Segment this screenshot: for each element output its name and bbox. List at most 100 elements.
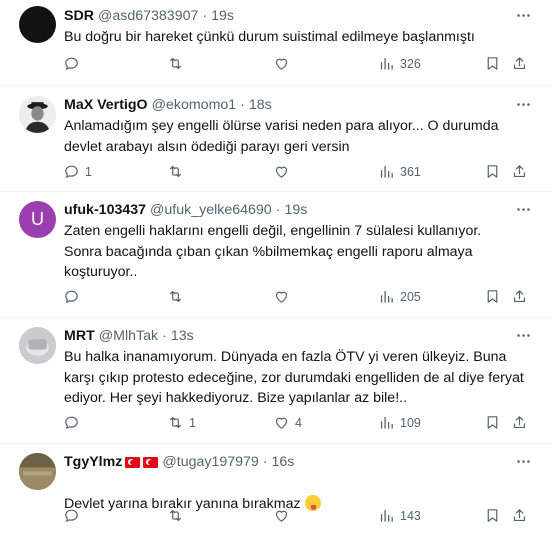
timestamp[interactable]: 19s <box>284 202 307 218</box>
views-button[interactable]: 361 <box>378 163 421 180</box>
tweet-content: SDR @asd67383907 · 19s Bu doğru bir hare… <box>64 6 532 48</box>
tweet-header: TgyYlmz @tugay197979 · 16s <box>64 452 532 472</box>
timestamp[interactable]: 16s <box>272 454 295 470</box>
reply-count: 1 <box>85 164 92 179</box>
more-options-icon[interactable] <box>514 326 532 344</box>
timestamp[interactable]: 18s <box>249 97 272 113</box>
tweet-actions: 143 <box>0 507 552 527</box>
heart-icon <box>275 510 288 522</box>
tweet-content: MaX VertigO @ekomomo1 · 18s Anlamadığım … <box>64 95 532 157</box>
tweet-header: MRT @MlhTak · 13s <box>64 326 532 346</box>
views-button[interactable]: 205 <box>378 288 421 305</box>
views-button[interactable]: 143 <box>378 507 421 524</box>
views-button[interactable]: 326 <box>378 55 421 72</box>
turkey-flag-icon <box>125 456 141 468</box>
timestamp[interactable]: 19s <box>211 8 234 24</box>
tweet[interactable]: MRT @MlhTak · 13s Bu halka inanamıyorum.… <box>0 318 552 444</box>
bookmark-button[interactable] <box>484 55 501 72</box>
timestamp[interactable]: 13s <box>171 328 194 344</box>
reply-icon <box>65 57 78 70</box>
author-name[interactable]: MaX VertigO <box>64 97 148 113</box>
share-button[interactable] <box>511 414 528 431</box>
reply-button[interactable]: 1 <box>63 163 92 180</box>
tweet[interactable]: MaX VertigO @ekomomo1 · 18s Anlamadığım … <box>0 86 552 192</box>
more-options-icon[interactable] <box>514 200 532 218</box>
analytics-icon <box>380 165 393 178</box>
tweet-text: Bu doğru bir hareket çünkü durum suistim… <box>64 29 475 45</box>
share-button[interactable] <box>511 55 528 72</box>
avatar[interactable] <box>19 96 56 133</box>
share-button[interactable] <box>511 288 528 305</box>
author-handle[interactable]: @ufuk_yelke64690 <box>150 202 272 218</box>
avatar[interactable] <box>19 6 56 43</box>
repost-icon <box>169 290 182 303</box>
repost-icon <box>169 57 182 70</box>
reply-button[interactable] <box>63 55 85 72</box>
repost-button[interactable] <box>167 163 189 180</box>
view-count: 205 <box>400 289 421 304</box>
avatar[interactable]: U <box>19 201 56 238</box>
bookmark-button[interactable] <box>484 414 501 431</box>
heart-icon <box>275 417 288 429</box>
heart-icon <box>275 291 288 303</box>
repost-button[interactable] <box>167 288 189 305</box>
bookmark-icon <box>487 509 498 522</box>
separator-dot: · <box>275 202 281 218</box>
reply-icon <box>65 165 78 178</box>
reply-button[interactable] <box>63 507 85 524</box>
views-button[interactable]: 109 <box>378 414 421 431</box>
repost-icon <box>169 509 182 522</box>
reply-button[interactable] <box>63 288 85 305</box>
like-button[interactable] <box>273 507 295 524</box>
author-name[interactable]: SDR <box>64 8 94 24</box>
avatar[interactable] <box>19 327 56 364</box>
tweet-content: MRT @MlhTak · 13s Bu halka inanamıyorum.… <box>64 326 532 409</box>
bookmark-icon <box>487 416 498 429</box>
tweet-header: ufuk-103437 @ufuk_yelke64690 · 19s <box>64 200 532 220</box>
view-count: 361 <box>400 164 421 179</box>
reply-button[interactable] <box>63 414 85 431</box>
separator-dot: · <box>262 454 268 470</box>
reply-icon <box>65 416 78 429</box>
tweet-actions: 205 <box>0 288 552 308</box>
repost-button[interactable]: 1 <box>167 414 196 431</box>
view-count: 109 <box>400 415 421 430</box>
author-name[interactable]: MRT <box>64 328 95 344</box>
bookmark-button[interactable] <box>484 507 501 524</box>
more-options-icon[interactable] <box>514 95 532 113</box>
more-options-icon[interactable] <box>514 452 532 470</box>
like-button[interactable] <box>273 288 295 305</box>
repost-button[interactable] <box>167 507 189 524</box>
tweet-actions: 1 361 <box>0 163 552 183</box>
share-button[interactable] <box>511 163 528 180</box>
like-button[interactable] <box>273 55 295 72</box>
tweet-content: TgyYlmz @tugay197979 · 16s Devlet yarına… <box>64 452 532 514</box>
like-button[interactable] <box>273 163 295 180</box>
tweet[interactable]: U ufuk-103437 @ufuk_yelke64690 · 19s Zat… <box>0 192 552 318</box>
author-handle[interactable]: @ekomomo1 <box>152 97 237 113</box>
author-handle[interactable]: @MlhTak <box>99 328 158 344</box>
like-button[interactable]: 4 <box>273 414 302 431</box>
author-name[interactable]: ufuk-103437 <box>64 202 146 218</box>
bookmark-button[interactable] <box>484 288 501 305</box>
tweet[interactable]: SDR @asd67383907 · 19s Bu doğru bir hare… <box>0 0 552 86</box>
analytics-icon <box>380 509 393 522</box>
bookmark-icon <box>487 165 498 178</box>
author-handle[interactable]: @asd67383907 <box>98 8 198 24</box>
author-name[interactable]: TgyYlmz <box>64 454 122 470</box>
tweet[interactable]: TgyYlmz @tugay197979 · 16s Devlet yarına… <box>0 444 552 537</box>
repost-button[interactable] <box>167 55 189 72</box>
tweet-text: Anlamadığım şey engelli ölürse varisi ne… <box>64 118 499 155</box>
more-options-icon[interactable] <box>514 6 532 24</box>
repost-icon <box>169 416 182 429</box>
share-button[interactable] <box>511 507 528 524</box>
share-icon <box>513 509 526 522</box>
tweet-actions: 326 <box>0 55 552 75</box>
analytics-icon <box>380 416 393 429</box>
bookmark-icon <box>487 57 498 70</box>
bookmark-button[interactable] <box>484 163 501 180</box>
author-handle[interactable]: @tugay197979 <box>162 454 258 470</box>
avatar[interactable] <box>19 453 56 490</box>
repost-count: 1 <box>189 415 196 430</box>
heart-icon <box>275 166 288 178</box>
